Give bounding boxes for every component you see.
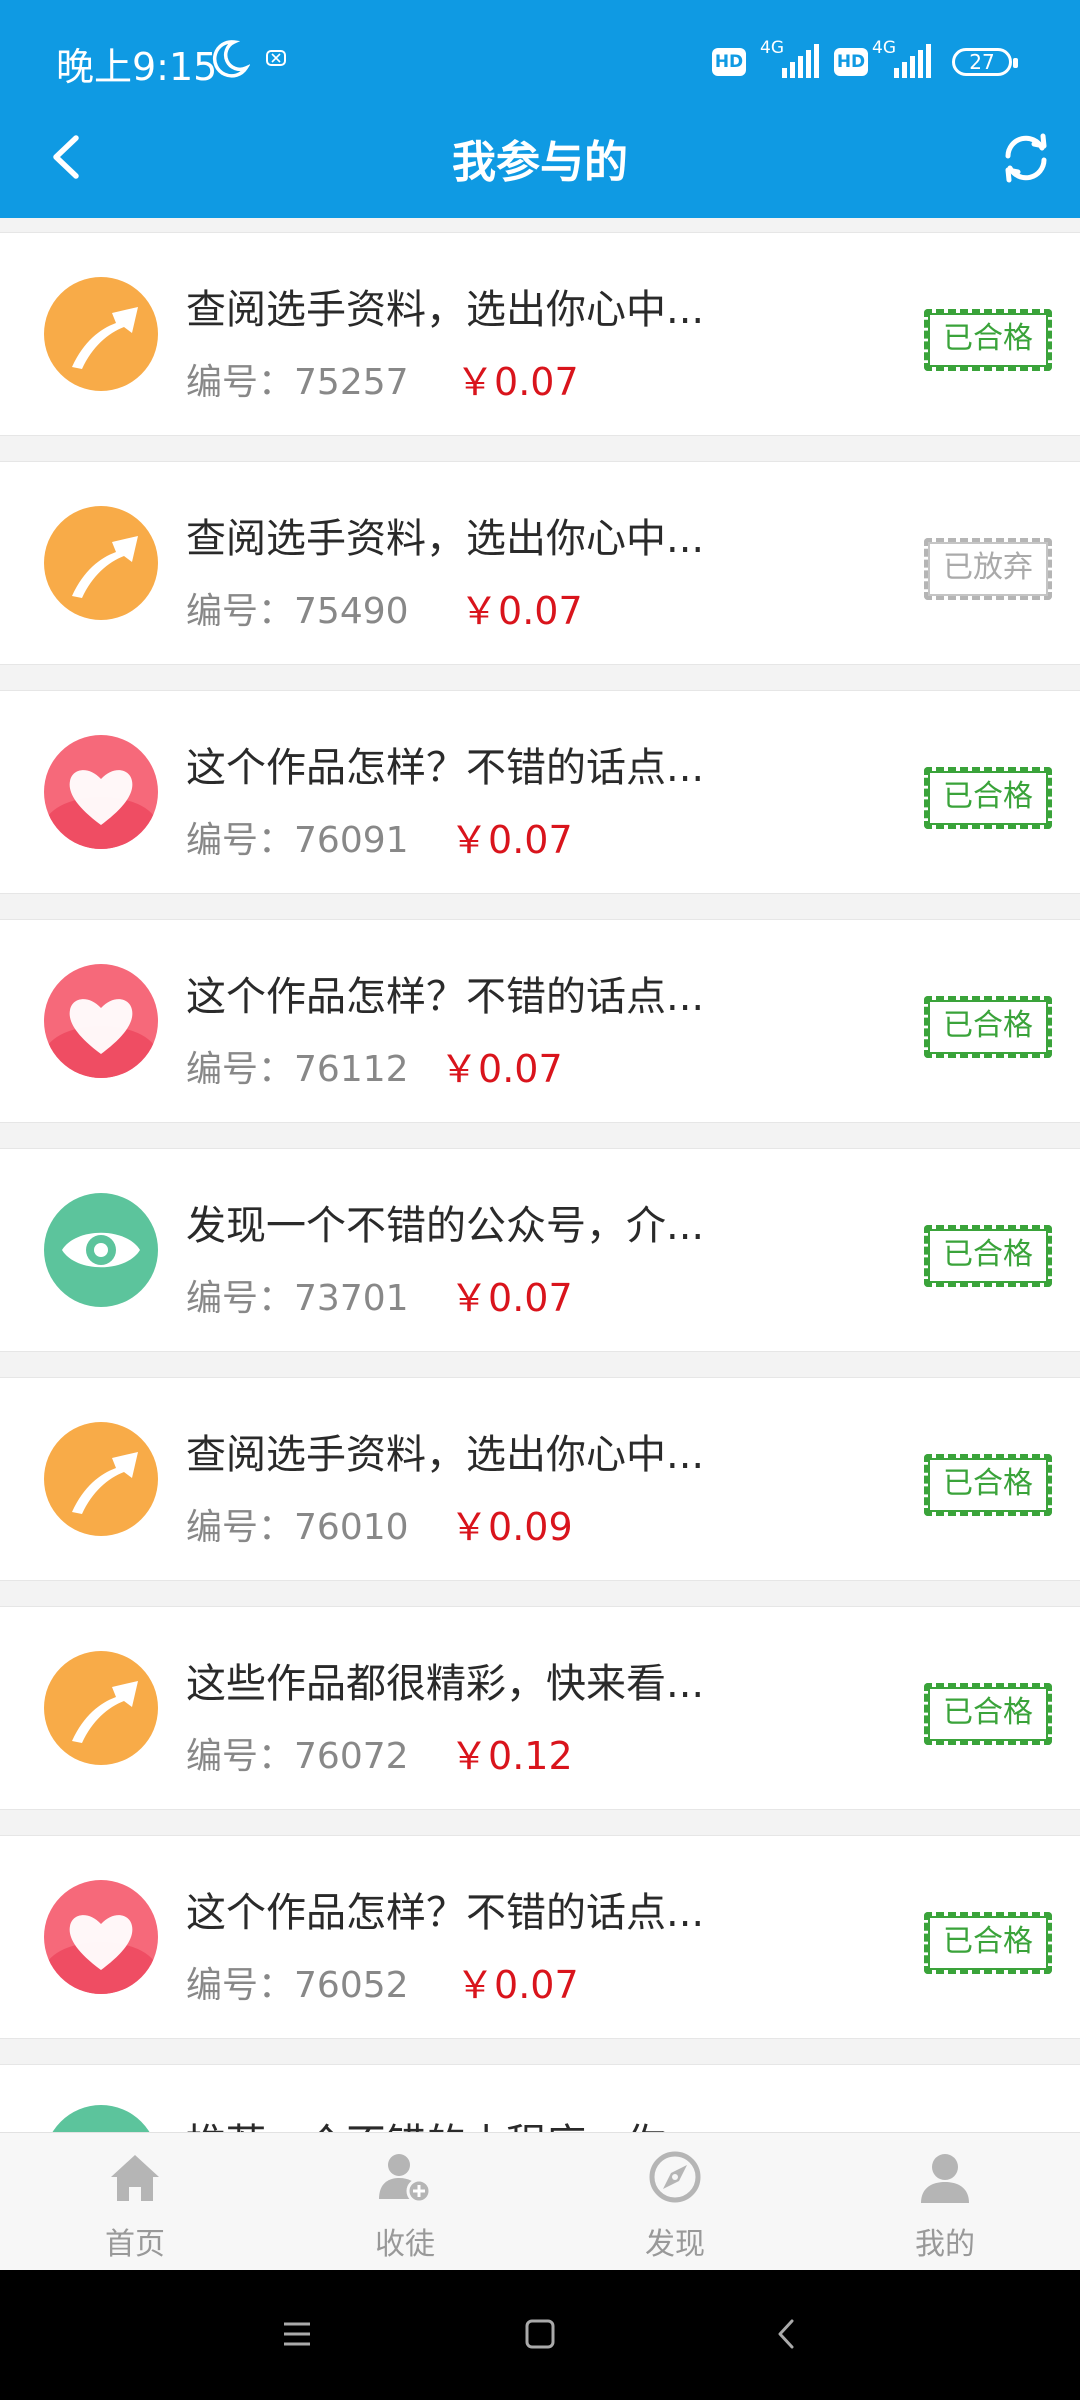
battery-indicator: 27 <box>952 48 1018 76</box>
page-title: 我参与的 <box>452 137 628 188</box>
status-stamp: 已合格 <box>924 1454 1052 1516</box>
task-number: 编号：76010 <box>186 1507 409 1548</box>
task-title: 查阅选手资料，选出你心中... <box>186 516 705 562</box>
status-bar: 晚上9:15 HD 4G HD 4G 27 <box>0 0 1080 120</box>
tab-home[interactable]: 首页 <box>0 2133 270 2271</box>
task-title: 这个作品怎样？不错的话点... <box>186 974 705 1020</box>
task-number: 编号：73701 <box>186 1278 409 1319</box>
task-number: 编号：76052 <box>186 1965 409 2006</box>
status-stamp: 已合格 <box>924 1912 1052 1974</box>
heart-icon <box>44 1880 158 1994</box>
bottom-tab-bar: 首页 收徒 发现 我的 <box>0 2132 1080 2270</box>
heart-icon <box>44 964 158 1078</box>
task-number: 编号：76112 <box>186 1049 409 1090</box>
hd-badge-2: HD <box>834 48 868 76</box>
task-item[interactable]: 这个作品怎样？不错的话点... 编号：76112 ￥0.07 已合格 <box>0 919 1080 1123</box>
task-title: 这个作品怎样？不错的话点... <box>186 1890 705 1936</box>
tab-mine[interactable]: 我的 <box>810 2133 1080 2271</box>
task-avatar <box>44 2105 158 2132</box>
task-item[interactable]: 这些作品都很精彩，快来看... 编号：76072 ￥0.12 已合格 <box>0 1606 1080 1810</box>
task-title: 这个作品怎样？不错的话点... <box>186 745 705 791</box>
hd-badge: HD <box>712 48 746 76</box>
task-item[interactable]: 查阅选手资料，选出你心中... 编号：75490 ￥0.07 已放弃 <box>0 461 1080 665</box>
menu-icon[interactable] <box>280 2314 314 2354</box>
task-item[interactable]: 这个作品怎样？不错的话点... 编号：76052 ￥0.07 已合格 <box>0 1835 1080 2039</box>
nfc-icon <box>266 50 286 66</box>
task-title: 这些作品都很精彩，快来看... <box>186 1661 705 1707</box>
signal-icon <box>782 44 819 78</box>
task-price: ￥0.07 <box>450 1276 573 1320</box>
task-price: ￥0.07 <box>456 1963 579 2007</box>
task-item-partial[interactable]: 推荐一个不错的小程序，你... <box>0 2064 1080 2132</box>
app-header: 晚上9:15 HD 4G HD 4G 27 我参与的 <box>0 0 1080 218</box>
task-item[interactable]: 查阅选手资料，选出你心中... 编号：75257 ￥0.07 已合格 <box>0 232 1080 436</box>
system-nav-bar <box>0 2270 1080 2400</box>
task-title: 发现一个不错的公众号，介... <box>186 1203 705 1249</box>
task-number: 编号：76091 <box>186 820 409 861</box>
task-price: ￥0.12 <box>450 1734 573 1778</box>
home-nav-icon[interactable] <box>523 2314 557 2354</box>
add-user-icon <box>379 2154 432 2204</box>
tab-recruit[interactable]: 收徒 <box>270 2133 540 2271</box>
heart-icon <box>44 735 158 849</box>
status-stamp: 已合格 <box>924 996 1052 1058</box>
task-item[interactable]: 这个作品怎样？不错的话点... 编号：76091 ￥0.07 已合格 <box>0 690 1080 894</box>
tab-discover-label: 发现 <box>645 2227 705 2262</box>
status-stamp: 已合格 <box>924 309 1052 371</box>
status-stamp: 已合格 <box>924 1225 1052 1287</box>
task-title: 推荐一个不错的小程序，你... <box>186 2111 704 2132</box>
home-icon <box>111 2155 159 2201</box>
task-number: 编号：76072 <box>186 1736 409 1777</box>
status-time: 晚上9:15 <box>56 45 218 89</box>
moon-icon <box>212 40 250 78</box>
task-price: ￥0.09 <box>450 1505 573 1549</box>
eye-icon <box>44 1193 158 1307</box>
task-title: 查阅选手资料，选出你心中... <box>186 1432 705 1478</box>
task-price: ￥0.07 <box>460 589 583 633</box>
arrow-up-right-icon <box>44 1651 158 1765</box>
task-number: 编号：75490 <box>186 591 409 632</box>
tab-recruit-label: 收徒 <box>375 2227 435 2262</box>
task-item[interactable]: 发现一个不错的公众号，介... 编号：73701 ￥0.07 已合格 <box>0 1148 1080 1352</box>
tab-mine-label: 我的 <box>915 2227 975 2262</box>
task-number: 编号：75257 <box>186 362 409 403</box>
task-item[interactable]: 查阅选手资料，选出你心中... 编号：76010 ￥0.09 已合格 <box>0 1377 1080 1581</box>
tab-home-label: 首页 <box>105 2227 165 2262</box>
task-title: 查阅选手资料，选出你心中... <box>186 287 705 333</box>
signal-icon-2 <box>894 44 931 78</box>
tab-discover[interactable]: 发现 <box>540 2133 810 2271</box>
task-list: 查阅选手资料，选出你心中... 编号：75257 ￥0.07 已合格 查阅选手资… <box>0 218 1080 2132</box>
arrow-up-right-icon <box>44 277 158 391</box>
compass-icon <box>649 2151 701 2203</box>
status-stamp: 已合格 <box>924 1683 1052 1745</box>
user-icon <box>921 2154 969 2203</box>
task-price: ￥0.07 <box>456 360 579 404</box>
status-stamp: 已放弃 <box>924 538 1052 600</box>
refresh-icon[interactable] <box>998 130 1054 186</box>
back-nav-icon[interactable] <box>770 2314 804 2354</box>
status-stamp: 已合格 <box>924 767 1052 829</box>
task-price: ￥0.07 <box>450 818 573 862</box>
arrow-up-right-icon <box>44 506 158 620</box>
task-price: ￥0.07 <box>440 1047 563 1091</box>
arrow-up-right-icon <box>44 1422 158 1536</box>
